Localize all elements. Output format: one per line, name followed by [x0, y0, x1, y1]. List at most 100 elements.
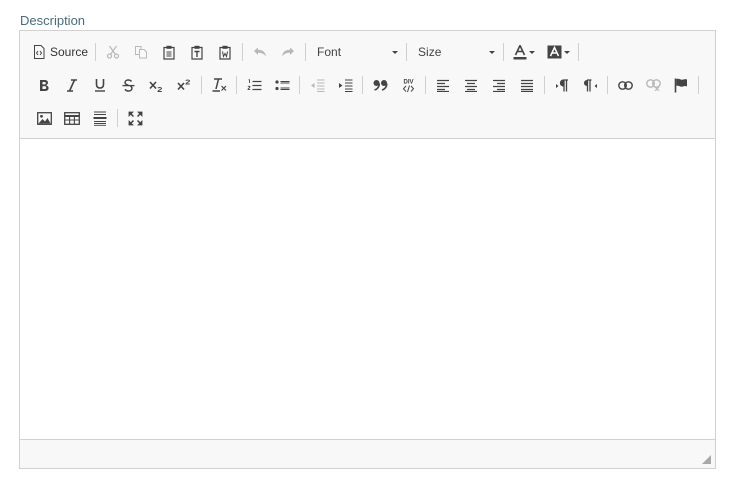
align-right-button[interactable]: [485, 72, 513, 98]
bulleted-list-icon: [274, 79, 289, 90]
superscript-button[interactable]: [170, 72, 198, 98]
unlink-button[interactable]: [639, 72, 667, 98]
toolbar-separator: [425, 76, 426, 94]
underline-button[interactable]: [86, 72, 114, 98]
background-color-button[interactable]: [541, 39, 575, 65]
insert-table-button[interactable]: [58, 105, 86, 131]
scissors-icon: [106, 45, 120, 59]
align-left-button[interactable]: [429, 72, 457, 98]
toolbar-separator: [503, 43, 505, 61]
source-icon: [34, 45, 45, 59]
text-direction-ltr-button[interactable]: [548, 72, 576, 98]
toolbar-separator: [578, 43, 580, 61]
superscript-icon: [177, 79, 191, 90]
strikethrough-button[interactable]: [114, 72, 142, 98]
align-center-icon: [465, 79, 477, 92]
bold-button[interactable]: [30, 72, 58, 98]
quote-icon: [373, 80, 388, 91]
align-center-button[interactable]: [457, 72, 485, 98]
size-select[interactable]: Size: [410, 40, 500, 64]
background-color-icon: [547, 45, 562, 59]
maximize-button[interactable]: [121, 105, 149, 131]
rich-text-editor: Source Font Size DIV: [19, 30, 716, 469]
text-color-button[interactable]: [507, 39, 541, 65]
editor-toolbar: Source Font Size DIV: [20, 31, 715, 139]
horizontal-rule-button[interactable]: [86, 105, 114, 131]
paste-text-icon: [191, 45, 203, 60]
strikethrough-icon: [122, 78, 134, 92]
justify-button[interactable]: [513, 72, 541, 98]
toolbar-separator: [544, 76, 545, 94]
blockquote-button[interactable]: [366, 72, 394, 98]
paste-button[interactable]: [155, 39, 183, 65]
numbered-list-icon: [247, 78, 261, 90]
anchor-button[interactable]: [667, 72, 695, 98]
toolbar-separator: [305, 43, 307, 61]
font-select[interactable]: Font: [309, 40, 403, 64]
rtl-direction-icon: [583, 78, 597, 91]
unlink-icon: [645, 79, 661, 91]
chevron-down-icon: [563, 50, 570, 54]
resize-handle-icon[interactable]: [702, 455, 711, 464]
ltr-direction-icon: [555, 78, 568, 91]
font-select-value: Font: [317, 45, 342, 59]
size-select-value: Size: [418, 45, 442, 59]
horizontal-line-icon: [93, 111, 107, 126]
toolbar-separator: [299, 76, 300, 94]
paste-icon: [163, 45, 175, 60]
redo-button[interactable]: [274, 39, 302, 65]
create-div-button[interactable]: DIV: [394, 72, 422, 98]
toolbar-separator: [236, 76, 237, 94]
numbered-list-button[interactable]: [240, 72, 268, 98]
bold-icon: [40, 79, 49, 91]
toolbar-separator: [95, 43, 97, 61]
outdent-icon: [310, 79, 324, 92]
underline-icon: [95, 79, 105, 92]
insert-link-button[interactable]: [611, 72, 639, 98]
source-button-label: Source: [50, 45, 89, 59]
table-icon: [64, 111, 80, 125]
flag-icon: [674, 78, 687, 92]
toolbar-separator: [406, 43, 408, 61]
increase-indent-button[interactable]: [331, 72, 359, 98]
source-button[interactable]: Source: [30, 39, 92, 65]
image-icon: [36, 111, 52, 125]
editor-content-area[interactable]: [20, 139, 715, 440]
remove-format-button[interactable]: [205, 72, 233, 98]
maximize-icon: [127, 110, 143, 126]
copy-icon: [135, 46, 148, 59]
decrease-indent-button[interactable]: [303, 72, 331, 98]
undo-icon: [254, 47, 267, 57]
description-label: Description: [20, 13, 86, 28]
cut-button[interactable]: [99, 39, 127, 65]
toolbar-separator: [607, 76, 608, 94]
svg-text:DIV: DIV: [403, 79, 413, 85]
align-justify-icon: [521, 79, 533, 92]
toolbar-row-3: [30, 105, 149, 131]
redo-icon: [282, 47, 295, 57]
remove-format-icon: [212, 78, 226, 92]
toolbar-separator: [117, 109, 118, 127]
italic-button[interactable]: [58, 72, 86, 98]
text-color-icon: [513, 44, 527, 59]
italic-icon: [67, 78, 77, 92]
subscript-icon: [149, 80, 163, 92]
insert-image-button[interactable]: [30, 105, 58, 131]
bulleted-list-button[interactable]: [268, 72, 296, 98]
toolbar-row-2: DIV: [30, 72, 702, 98]
chevron-down-icon: [392, 50, 399, 54]
toolbar-separator: [201, 76, 202, 94]
toolbar-separator: [698, 76, 699, 94]
paste-as-text-button[interactable]: [183, 39, 211, 65]
toolbar-row-1: Source Font Size: [30, 39, 582, 65]
editor-status-bar: [20, 439, 715, 468]
subscript-button[interactable]: [142, 72, 170, 98]
indent-icon: [338, 79, 352, 92]
link-icon: [617, 80, 633, 90]
undo-button[interactable]: [246, 39, 274, 65]
paste-from-word-button[interactable]: [211, 39, 239, 65]
toolbar-separator: [362, 76, 363, 94]
copy-button[interactable]: [127, 39, 155, 65]
toolbar-separator: [242, 43, 244, 61]
text-direction-rtl-button[interactable]: [576, 72, 604, 98]
